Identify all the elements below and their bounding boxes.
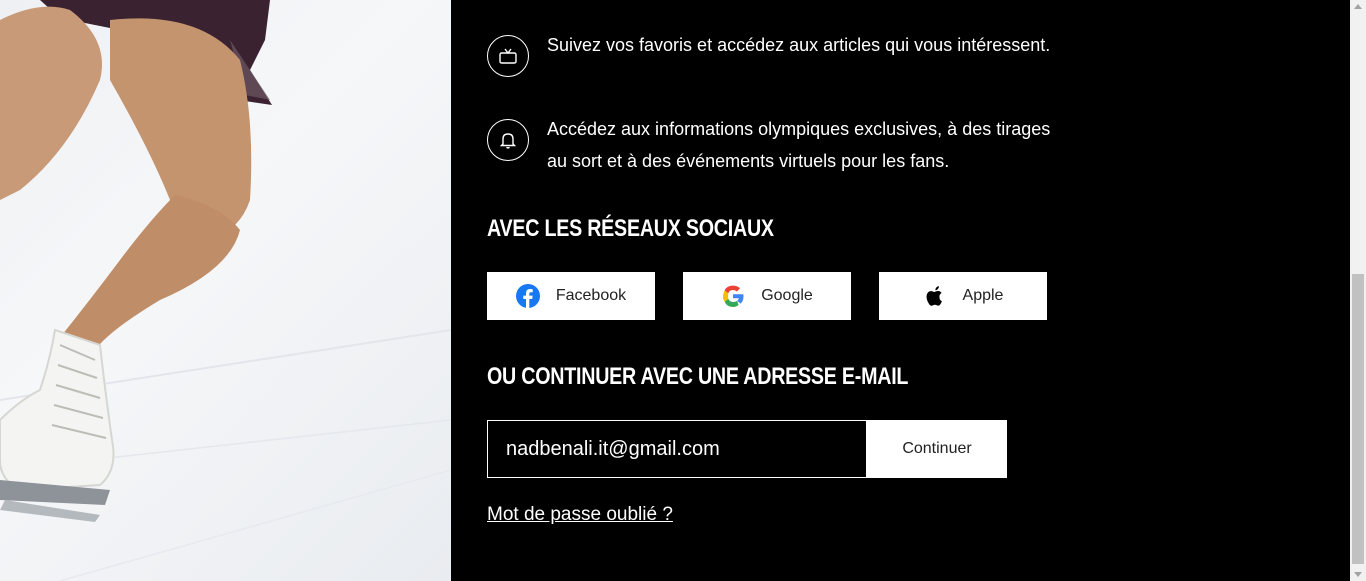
google-icon: [721, 284, 745, 308]
benefit-exclusive: Accédez aux informations olympiques excl…: [487, 119, 1067, 177]
skater-legs-illustration: [0, 0, 451, 581]
apple-label: Apple: [962, 287, 1004, 304]
google-label: Google: [761, 287, 813, 304]
bell-icon: [487, 119, 529, 161]
facebook-icon: [515, 284, 540, 308]
forgot-password-link[interactable]: Mot de passe oublié ?: [487, 504, 673, 526]
tv-icon: [487, 35, 529, 77]
benefit-text: Accédez aux informations olympiques excl…: [547, 119, 1051, 171]
signup-panel: Suivez vos favoris et accédez aux articl…: [451, 0, 1350, 581]
email-input[interactable]: [488, 421, 866, 477]
google-login-button[interactable]: Google: [683, 272, 851, 320]
benefit-text: Suivez vos favoris et accédez aux articl…: [547, 35, 1051, 55]
scroll-down-arrow-icon[interactable]: [1354, 572, 1362, 577]
social-heading: AVEC LES RÉSEAUX SOCIAUX: [487, 215, 774, 242]
continue-button[interactable]: Continuer: [867, 420, 1007, 478]
facebook-login-button[interactable]: Facebook: [487, 272, 655, 320]
scrollbar[interactable]: [1350, 0, 1366, 581]
scroll-thumb[interactable]: [1352, 274, 1364, 564]
email-field[interactable]: [487, 420, 867, 478]
apple-icon: [923, 284, 947, 308]
apple-login-button[interactable]: Apple: [879, 272, 1047, 320]
facebook-label: Facebook: [555, 287, 627, 304]
scroll-up-arrow-icon[interactable]: [1354, 4, 1362, 9]
hero-image: [0, 0, 451, 581]
email-heading: OU CONTINUER AVEC UNE ADRESSE E-MAIL: [487, 363, 909, 390]
benefit-favorites: Suivez vos favoris et accédez aux articl…: [487, 35, 1067, 77]
